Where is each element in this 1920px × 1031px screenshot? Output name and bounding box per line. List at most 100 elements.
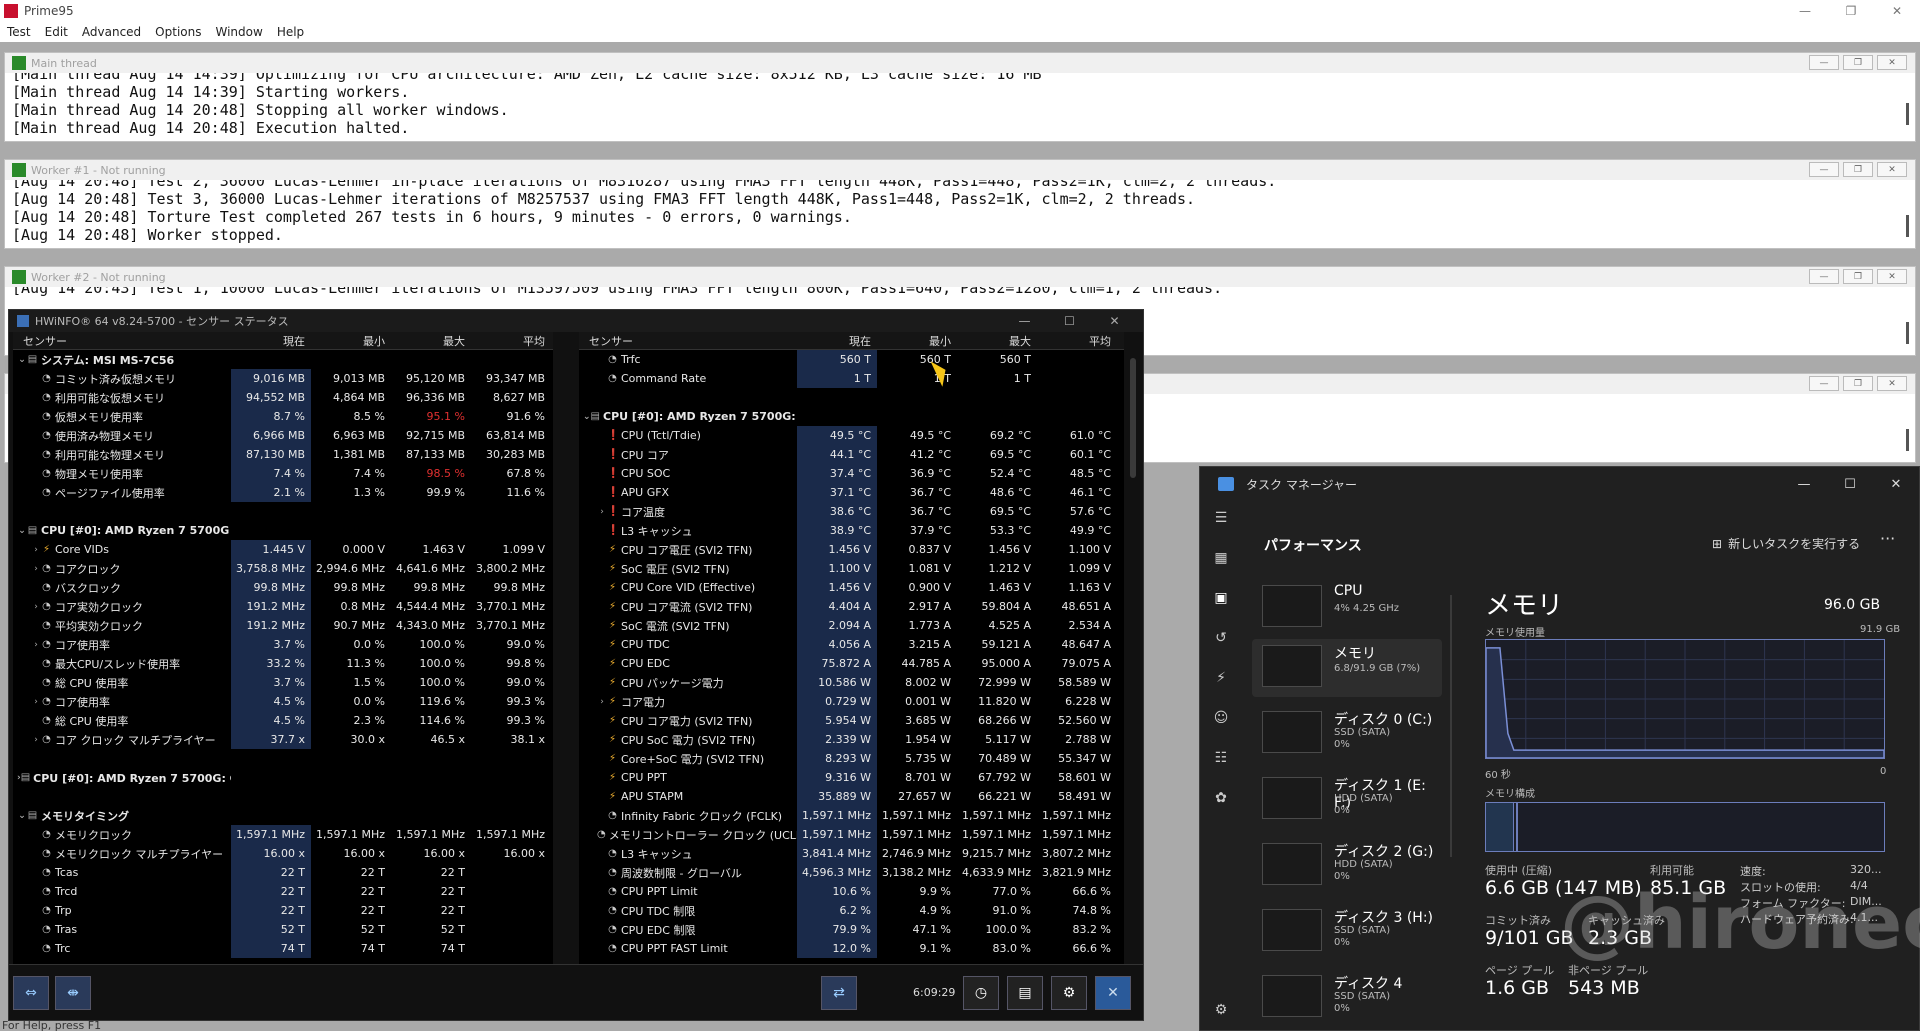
sensor-row[interactable]: ⚡ CPU TDC 4.056 A 3.215 A 59.121 A 48.647 A [579, 635, 1124, 654]
sensor-row[interactable]: ◔ 平均実効クロック 191.2 MHz 90.7 MHz 4,343.0 MHz 3,7… [13, 616, 553, 635]
expand-collapse-icon[interactable]: ⇔ [13, 976, 49, 1010]
sensor-row[interactable]: ◔ Trfc 560 T 560 T 560 T [579, 350, 1124, 369]
sensor-row[interactable]: › ◔ コア使用率 4.5 % 0.0 % 119.6 % 99.3 % [13, 692, 553, 711]
sensor-row[interactable]: ❗ CPU SOC 37.4 °C 36.9 °C 52.4 °C 48.5 °C [579, 464, 1124, 483]
sensor-group-row[interactable]: ⌄ ▤ メモリタイミング [13, 806, 553, 825]
sensor-row[interactable]: ◔ L3 キャッシュ 3,841.4 MHz 2,746.9 MHz 9,215.7 M… [579, 844, 1124, 863]
expand-chevron-icon[interactable]: › [31, 545, 41, 555]
performance-icon[interactable]: ▣ [1212, 589, 1230, 607]
close-button[interactable]: ✕ [1092, 310, 1137, 332]
col-current[interactable]: 現在 [797, 332, 877, 349]
sensor-row[interactable]: ◔ ページファイル使用率 2.1 % 1.3 % 99.9 % 11.6 % [13, 483, 553, 502]
users-icon[interactable]: ☺ [1212, 709, 1230, 727]
sensor-row[interactable]: ◔ バスクロック 99.8 MHz 99.8 MHz 99.8 MHz 99.8 MHz [13, 578, 553, 597]
sensor-row[interactable]: ◔ CPU PPT Limit 10.6 % 9.9 % 77.0 % 66.6 % [579, 882, 1124, 901]
sensor-row[interactable]: ⚡ CPU Core VID (Effective) 1.456 V 0.900 V 1… [579, 578, 1124, 597]
maximize-button[interactable]: ☐ [1047, 310, 1092, 332]
clock-icon[interactable]: ◷ [963, 976, 999, 1010]
sensor-row[interactable]: ◔ CPU TDC 制限 6.2 % 4.9 % 91.0 % 74.8 % [579, 901, 1124, 920]
sensor-row[interactable]: ◔ 仮想メモリ使用率 8.7 % 8.5 % 95.1 % 91.6 % [13, 407, 553, 426]
sensor-row[interactable]: ❗ APU GFX 37.1 °C 36.7 °C 48.6 °C 46.1 °C [579, 483, 1124, 502]
sensor-row[interactable]: ⚡ CPU コア電圧 (SVI2 TFN) 1.456 V 0.837 V 1.456 … [579, 540, 1124, 559]
collapse-chevron-icon[interactable]: ⌄ [17, 811, 27, 821]
sensor-row[interactable]: › ⚡ コア電力 0.729 W 0.001 W 11.820 W 6.228 W [579, 692, 1124, 711]
restore-button[interactable]: ❐ [1843, 162, 1873, 177]
sensor-row[interactable]: ⚡ CPU コア電力 (SVI2 TFN) 5.954 W 3.685 W 68.266… [579, 711, 1124, 730]
expand-chevron-icon[interactable]: › [31, 735, 41, 745]
scrollbar[interactable] [1906, 103, 1909, 125]
collapse-chevron-icon[interactable]: ⌄ [17, 526, 27, 536]
minimize-button[interactable]: — [1809, 376, 1839, 391]
expand-chevron-icon[interactable]: › [31, 640, 41, 650]
sensor-row[interactable]: ◔ Infinity Fabric クロック (FCLK) 1,597.1 MHz 1… [579, 806, 1124, 825]
sensor-row[interactable]: › ◔ コア実効クロック 191.2 MHz 0.8 MHz 4,544.4 MHz 3,7… [13, 597, 553, 616]
settings-gear-icon[interactable]: ⚙ [1212, 1001, 1230, 1019]
menu-test[interactable]: Test [0, 25, 38, 39]
sensor-row[interactable]: ◔ Trcd 22 T 22 T 22 T [13, 882, 553, 901]
maximize-button[interactable]: ❐ [1828, 0, 1874, 22]
sensor-row[interactable]: ◔ 総 CPU 使用率 3.7 % 1.5 % 100.0 % 99.0 % [13, 673, 553, 692]
menu-window[interactable]: Window [208, 25, 269, 39]
minimize-button[interactable]: — [1809, 55, 1839, 70]
sensor-row[interactable]: ❗ CPU コア 44.1 °C 41.2 °C 69.5 °C 60.1 °C [579, 445, 1124, 464]
scrollbar[interactable] [1906, 322, 1909, 344]
expand-chevron-icon[interactable]: › [597, 697, 607, 707]
startup-apps-icon[interactable]: ⚡ [1212, 669, 1230, 687]
run-new-task-button[interactable]: ⊞ 新しいタスクを実行する [1712, 535, 1860, 552]
device-disk1[interactable]: ディスク 1 (E: F:) HDD (SATA) 0% [1252, 771, 1442, 829]
worker1-window[interactable]: Worker #1 - Not running — ❐ ✕ [Aug 14 20:4… [4, 159, 1916, 249]
col-current[interactable]: 現在 [231, 332, 311, 349]
app-history-icon[interactable]: ↺ [1212, 629, 1230, 647]
device-disk2[interactable]: ディスク 2 (G:) HDD (SATA) 0% [1252, 837, 1442, 895]
menu-advanced[interactable]: Advanced [75, 25, 148, 39]
layout-icon[interactable]: ⇼ [55, 976, 91, 1010]
col-sensor[interactable]: センサー [579, 332, 797, 349]
details-icon[interactable]: ☷ [1212, 749, 1230, 767]
sensor-group-row[interactable]: ⌄ ▤ システム: MSI MS-7C56 [13, 350, 553, 369]
expand-chevron-icon[interactable]: › [597, 507, 607, 517]
sensor-row[interactable]: ◔ 利用可能な仮想メモリ 94,552 MB 4,864 MB 96,336 MB 8,6… [13, 388, 553, 407]
sensor-row[interactable]: › ◔ コア使用率 3.7 % 0.0 % 100.0 % 99.0 % [13, 635, 553, 654]
sensor-row[interactable]: ◔ 総 CPU 使用率 4.5 % 2.3 % 114.6 % 99.3 % [13, 711, 553, 730]
sensor-row[interactable]: ◔ CPU PPT FAST Limit 12.0 % 9.1 % 83.0 % 66.6… [579, 939, 1124, 958]
sensor-row[interactable]: ⚡ CPU PPT 9.316 W 8.701 W 67.792 W 58.601 W [579, 768, 1124, 787]
sensor-group-row[interactable]: ›▤CPU [#0]: AMD Ryzen 7 5700G: C-State 在… [13, 768, 553, 787]
device-cpu[interactable]: CPU 4% 4.25 GHz [1252, 579, 1442, 637]
menu-edit[interactable]: Edit [38, 25, 75, 39]
menu-help[interactable]: Help [270, 25, 311, 39]
device-disk0[interactable]: ディスク 0 (C:) SSD (SATA) 0% [1252, 705, 1442, 763]
sensor-row[interactable]: ◔ メモリクロック 1,597.1 MHz 1,597.1 MHz 1,597.1 MH… [13, 825, 553, 844]
sensor-group-row[interactable]: ⌄ ▤ CPU [#0]: AMD Ryzen 7 5700G [13, 521, 553, 540]
sensor-row[interactable]: › ❗ コア温度 38.6 °C 36.7 °C 69.5 °C 57.6 °C [579, 502, 1124, 521]
close-button[interactable]: ✕ [1877, 269, 1907, 284]
col-sensor[interactable]: センサー [13, 332, 231, 349]
network-icon[interactable]: ⇄ [821, 976, 857, 1010]
col-min[interactable]: 最小 [311, 332, 391, 349]
scrollbar[interactable] [1130, 358, 1136, 478]
hamburger-menu-icon[interactable]: ☰ [1212, 509, 1230, 527]
sensor-row[interactable]: ⚡ SoC 電流 (SVI2 TFN) 2.094 A 1.773 A 4.525 A 2… [579, 616, 1124, 635]
sensor-row[interactable]: ⚡ CPU EDC 75.872 A 44.785 A 95.000 A 79.075 A [579, 654, 1124, 673]
minimize-button[interactable]: — [1782, 0, 1828, 22]
sensor-row[interactable]: ◔ 最大CPU/スレッド使用率 33.2 % 11.3 % 100.0 % 99.8 % [13, 654, 553, 673]
hwinfo-window[interactable]: HWiNFO® 64 v8.24-5700 - センサー ステータス — ☐ ✕… [8, 309, 1144, 1021]
sensor-row[interactable]: ⚡ APU STAPM 35.889 W 27.657 W 66.221 W 58.491… [579, 787, 1124, 806]
restore-button[interactable]: ❐ [1843, 55, 1873, 70]
gear-icon[interactable]: ⚙ [1051, 976, 1087, 1010]
scrollbar[interactable] [1906, 215, 1909, 237]
close-icon[interactable]: ✕ [1095, 976, 1131, 1010]
sensor-row[interactable]: ◔ 使用済み物理メモリ 6,966 MB 6,963 MB 92,715 MB 63,81… [13, 426, 553, 445]
sensor-row[interactable]: ◔ コミット済み仮想メモリ 9,016 MB 9,013 MB 95,120 MB 93,… [13, 369, 553, 388]
col-max[interactable]: 最大 [957, 332, 1037, 349]
sensor-row[interactable]: ◔ Trp 22 T 22 T 22 T [13, 901, 553, 920]
minimize-button[interactable]: — [1002, 310, 1047, 332]
sensor-row[interactable]: › ⚡ Core VIDs 1.445 V 0.000 V 1.463 V 1.099 V [13, 540, 553, 559]
sensor-row[interactable]: ◔ CPU EDC 制限 79.9 % 47.1 % 100.0 % 83.2 % [579, 920, 1124, 939]
close-button[interactable]: ✕ [1874, 0, 1920, 22]
pane-divider[interactable] [1450, 595, 1452, 857]
report-icon[interactable]: ▤ [1007, 976, 1043, 1010]
sensor-row[interactable]: ❗ CPU (Tctl/Tdie) 49.5 °C 49.5 °C 69.2 °C 61.… [579, 426, 1124, 445]
device-memory[interactable]: メモリ 6.8/91.9 GB (7%) [1252, 639, 1442, 697]
sensor-row[interactable]: ⚡ SoC 電圧 (SVI2 TFN) 1.100 V 1.081 V 1.212 V 1… [579, 559, 1124, 578]
collapse-chevron-icon[interactable]: ⌄ [583, 412, 591, 422]
